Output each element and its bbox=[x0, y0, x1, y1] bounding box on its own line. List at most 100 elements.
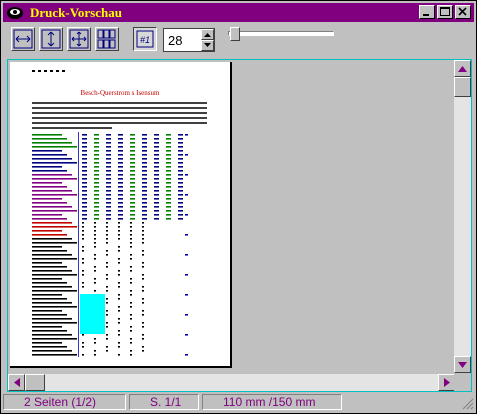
zoom-value[interactable]: 28 bbox=[168, 33, 182, 48]
vertical-scrollbar[interactable] bbox=[454, 60, 471, 373]
table-cell bbox=[130, 254, 132, 256]
table-cell bbox=[82, 246, 84, 248]
horizontal-scrollbar[interactable] bbox=[8, 374, 455, 391]
table-cell bbox=[166, 198, 171, 200]
table-cell bbox=[142, 210, 147, 212]
scroll-right-button[interactable] bbox=[438, 374, 455, 391]
scroll-down-button[interactable] bbox=[454, 356, 471, 373]
table-cell bbox=[106, 286, 108, 288]
table-cell bbox=[94, 234, 96, 236]
spin-down-button[interactable] bbox=[201, 40, 214, 51]
table-cell bbox=[142, 242, 144, 244]
preview-area[interactable]: Besch-Querstrom s Isensum bbox=[8, 60, 455, 373]
table-row-label bbox=[32, 286, 72, 288]
table-cell bbox=[106, 142, 111, 144]
table-cell bbox=[178, 186, 183, 188]
table-row-label bbox=[32, 138, 67, 140]
status-paper-size: 110 mm /150 mm bbox=[202, 394, 342, 410]
table-cell bbox=[118, 354, 120, 356]
table-row-label bbox=[32, 174, 72, 176]
table-cell bbox=[82, 342, 84, 344]
table-cell bbox=[130, 306, 132, 308]
fit-page-button[interactable] bbox=[67, 27, 91, 51]
table-row-label bbox=[32, 314, 67, 316]
table-cell bbox=[106, 138, 111, 140]
scroll-up-button[interactable] bbox=[454, 60, 471, 77]
fit-height-button[interactable] bbox=[39, 27, 63, 51]
zoom-slider-thumb[interactable] bbox=[230, 27, 240, 41]
scroll-left-button[interactable] bbox=[8, 374, 25, 391]
minimize-button[interactable] bbox=[419, 5, 435, 19]
minimize-icon bbox=[423, 14, 429, 16]
table-cell bbox=[142, 226, 144, 228]
resize-grip-icon[interactable] bbox=[462, 398, 474, 410]
table-cell bbox=[94, 242, 96, 244]
table-cell bbox=[130, 198, 135, 200]
table-cell bbox=[94, 290, 96, 292]
table-cell bbox=[118, 262, 120, 264]
multi-page-button[interactable] bbox=[95, 27, 119, 51]
table-cell bbox=[94, 218, 99, 220]
page-number-button[interactable]: #1 bbox=[133, 27, 157, 51]
spin-up-button[interactable] bbox=[201, 29, 214, 40]
intro-text-line bbox=[32, 122, 207, 124]
zoom-spinner[interactable]: 28 bbox=[163, 28, 215, 52]
table-cell bbox=[185, 154, 188, 156]
table-cell bbox=[166, 194, 171, 196]
zoom-slider-track[interactable] bbox=[228, 31, 334, 36]
table-cell bbox=[94, 206, 99, 208]
table-cell bbox=[106, 314, 108, 316]
arrow-right-icon bbox=[443, 378, 450, 387]
table-cell bbox=[154, 154, 159, 156]
table-cell bbox=[106, 198, 111, 200]
table-row-label bbox=[32, 322, 77, 324]
table-cell bbox=[118, 170, 123, 172]
title-bar: Druck-Vorschau bbox=[3, 3, 474, 22]
table-cell bbox=[166, 210, 171, 212]
table-cell bbox=[106, 214, 111, 216]
vertical-scroll-thumb[interactable] bbox=[454, 77, 471, 97]
table-cell bbox=[94, 202, 99, 204]
table-cell bbox=[82, 250, 84, 252]
table-row-label bbox=[32, 242, 77, 244]
table-cell bbox=[118, 166, 123, 168]
table-cell bbox=[166, 202, 171, 204]
table-row-label bbox=[32, 222, 72, 224]
table-cell bbox=[106, 322, 108, 324]
table-cell bbox=[82, 186, 87, 188]
table-cell bbox=[82, 170, 87, 172]
table-row-label bbox=[32, 334, 72, 336]
table-cell bbox=[106, 178, 111, 180]
table-cell bbox=[154, 210, 159, 212]
close-button[interactable] bbox=[455, 5, 471, 19]
horizontal-scroll-thumb[interactable] bbox=[25, 374, 45, 391]
table-row-label bbox=[32, 182, 62, 184]
table-cell bbox=[94, 258, 96, 260]
table-cell bbox=[166, 134, 171, 136]
table-cell bbox=[82, 354, 84, 356]
table-cell bbox=[118, 134, 123, 136]
table-cell bbox=[82, 190, 87, 192]
table-cell bbox=[142, 134, 147, 136]
table-cell bbox=[185, 174, 188, 176]
table-cell bbox=[130, 234, 132, 236]
fit-width-button[interactable] bbox=[11, 27, 35, 51]
table-cell bbox=[154, 146, 159, 148]
table-cell bbox=[118, 298, 120, 300]
table-cell bbox=[82, 270, 84, 272]
table-cell bbox=[94, 150, 99, 152]
table-cell bbox=[178, 142, 183, 144]
table-cell bbox=[118, 138, 123, 140]
maximize-button[interactable] bbox=[437, 5, 453, 19]
table-cell bbox=[178, 190, 183, 192]
table-cell bbox=[106, 206, 111, 208]
table-cell bbox=[118, 334, 120, 336]
table-cell bbox=[94, 154, 99, 156]
table-row-label bbox=[32, 338, 77, 340]
table-cell bbox=[118, 234, 120, 236]
table-cell bbox=[82, 178, 87, 180]
table-cell bbox=[178, 158, 183, 160]
table-cell bbox=[185, 354, 188, 356]
table-cell bbox=[185, 194, 188, 196]
table-row-label bbox=[32, 254, 72, 256]
